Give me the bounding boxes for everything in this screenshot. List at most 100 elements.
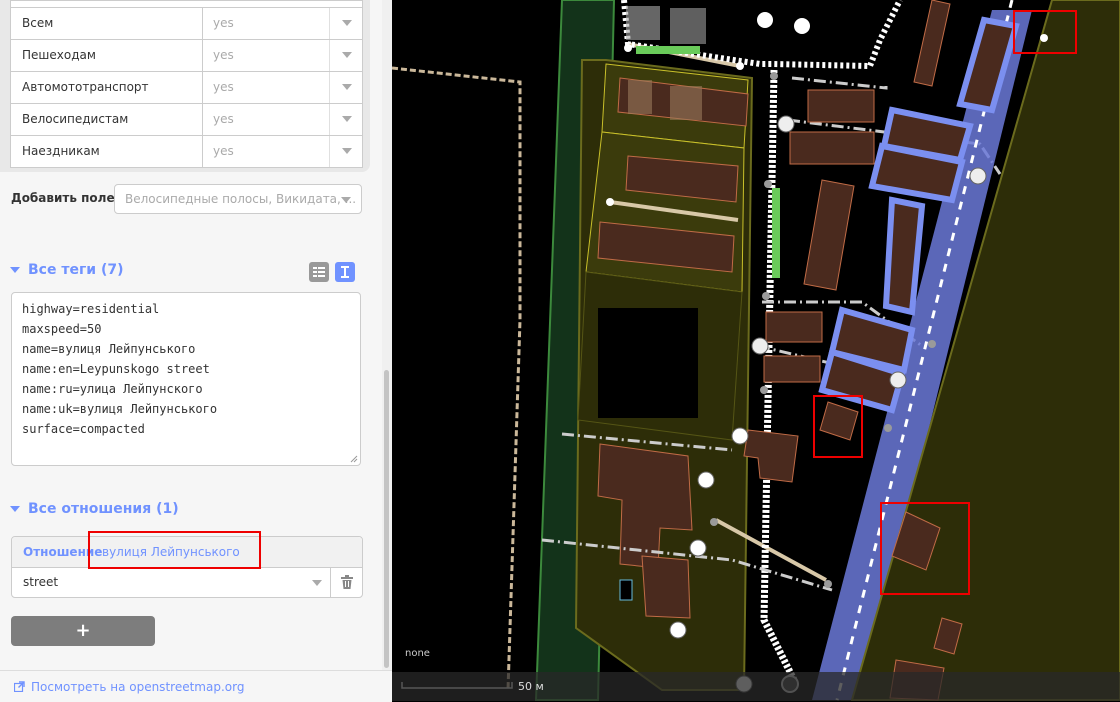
entrance-icon	[751, 337, 769, 355]
access-horse-combo[interactable]: yes	[203, 136, 362, 167]
access-row-foot: Пешеходам yes	[11, 39, 362, 71]
relations-section-title: Все отношения (1)	[28, 501, 179, 517]
access-row-bicycle: Велосипедистам yes	[11, 103, 362, 135]
inspector-scroll-area: Всем yes Пешеходам yes Автомототранспорт…	[0, 0, 380, 670]
caret-cell	[329, 40, 362, 71]
tags-section-title: Все теги (7)	[28, 262, 124, 278]
vertex	[760, 386, 768, 394]
access-label: Пешеходам	[11, 40, 203, 71]
building	[819, 401, 859, 441]
access-value: yes	[213, 112, 234, 126]
node	[1040, 34, 1048, 42]
node	[606, 198, 614, 206]
park-strip	[772, 188, 780, 278]
caret-cell	[329, 8, 362, 39]
vertex	[770, 72, 778, 80]
access-motor-combo[interactable]: yes	[203, 72, 362, 103]
chevron-down-icon	[312, 580, 322, 586]
relation-membership: Отношение вулиця Лейпунського street	[11, 536, 363, 598]
relations-section-toggle[interactable]: Все отношения (1)	[10, 501, 179, 517]
sidebar-scrollbar[interactable]	[382, 0, 392, 670]
add-field-combo[interactable]: Велосипедные полосы, Викидата, ...	[114, 184, 362, 214]
park-strip	[636, 46, 700, 54]
vertex	[762, 292, 770, 300]
access-field-container: Всем yes Пешеходам yes Автомототранспорт…	[0, 0, 370, 172]
access-all-combo[interactable]: yes	[203, 8, 362, 39]
tag-line: surface=compacted	[22, 422, 145, 436]
chevron-down-icon	[341, 197, 351, 203]
building-part	[670, 86, 702, 120]
black-area	[598, 308, 698, 418]
access-label: Автомототранспорт	[11, 72, 203, 103]
text-view-button[interactable]	[335, 262, 355, 282]
entrance-icon	[969, 167, 987, 185]
tag-line: name=вулиця Лейпунського	[22, 342, 196, 356]
caret-cell	[329, 104, 362, 135]
caret-cell	[329, 72, 362, 103]
building	[641, 555, 691, 619]
vertex	[710, 518, 718, 526]
shop-icon	[689, 539, 707, 557]
access-value: yes	[213, 48, 234, 62]
building-selected	[882, 196, 926, 316]
add-membership-button[interactable]: +	[11, 616, 155, 646]
residential-road	[621, 0, 903, 70]
shop-icon	[731, 427, 749, 445]
chevron-down-icon	[342, 52, 352, 58]
access-row-motor: Автомототранспорт yes	[11, 71, 362, 103]
tag-line: highway=residential	[22, 302, 160, 316]
add-field-placeholder: Велосипедные полосы, Викидата, ...	[125, 192, 357, 206]
view-on-osm-link[interactable]: Посмотреть на openstreetmap.org	[31, 680, 244, 694]
table-icon	[312, 265, 326, 279]
delete-membership-button[interactable]	[330, 568, 363, 597]
map-canvas[interactable]: none 50 м	[392, 0, 1120, 701]
chevron-down-icon	[342, 116, 352, 122]
tag-line: maxspeed=50	[22, 322, 102, 336]
sidebar-footer: Посмотреть на openstreetmap.org	[0, 670, 392, 702]
entrance-icon	[777, 115, 795, 133]
caret-cell	[329, 136, 362, 167]
tag-line: name:uk=вулиця Лейпунського	[22, 402, 218, 416]
access-value: yes	[213, 16, 234, 30]
tags-section-toggle[interactable]: Все теги (7)	[10, 262, 123, 278]
access-label: Велосипедистам	[11, 104, 203, 135]
resize-handle-icon[interactable]	[350, 455, 358, 463]
building	[807, 89, 875, 123]
vertex	[764, 180, 772, 188]
chevron-down-icon	[342, 148, 352, 154]
node	[736, 62, 744, 70]
building	[789, 131, 875, 165]
vertex	[824, 580, 832, 588]
access-bicycle-combo[interactable]: yes	[203, 104, 362, 135]
building	[743, 429, 799, 483]
access-row-all: Всем yes	[11, 7, 362, 39]
wheelchair-icon	[670, 8, 706, 44]
tags-textarea[interactable]: highway=residential maxspeed=50 name=вул…	[11, 292, 361, 466]
trash-icon	[341, 575, 353, 589]
chevron-down-icon	[342, 20, 352, 26]
vertex	[884, 424, 892, 432]
access-value: yes	[213, 80, 234, 94]
add-field-label: Добавить поле:	[11, 191, 120, 205]
building	[765, 311, 823, 343]
scrollbar-thumb[interactable]	[384, 370, 389, 668]
building	[763, 355, 821, 383]
chevron-down-icon	[10, 506, 20, 512]
building-part	[628, 80, 652, 114]
map-footer-bar	[392, 672, 1120, 701]
map-svg	[392, 0, 1120, 701]
caret-cell	[329, 185, 361, 213]
tag-line: name:ru=улица Лейпунского	[22, 382, 203, 396]
list-view-button[interactable]	[309, 262, 329, 282]
vertex	[928, 340, 936, 348]
playground-icon	[626, 6, 660, 40]
amenity-pin-icon	[757, 12, 773, 28]
building	[913, 0, 951, 87]
relation-link[interactable]: вулиця Лейпунського	[102, 545, 240, 559]
access-label: Наездникам	[11, 136, 203, 167]
relation-role-combo[interactable]: street	[12, 568, 330, 597]
tree-pin-icon	[794, 18, 810, 34]
access-foot-combo[interactable]: yes	[203, 40, 362, 71]
service-road	[791, 76, 888, 90]
access-row-horse: Наездникам yes	[11, 135, 362, 167]
